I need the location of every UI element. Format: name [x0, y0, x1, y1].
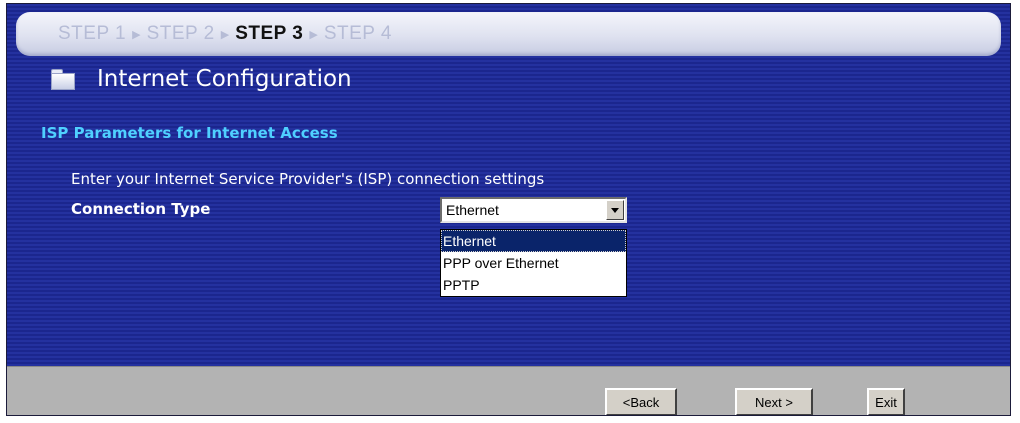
- step-1: STEP 1: [58, 23, 127, 44]
- step-4: STEP 4: [323, 23, 392, 44]
- back-button[interactable]: <Back: [605, 388, 677, 415]
- wizard-steps-bar: STEP 1 ▶ STEP 2 ▶ STEP 3 ▶ STEP 4: [16, 12, 1001, 56]
- option-ppp-over-ethernet[interactable]: PPP over Ethernet: [441, 252, 626, 274]
- connection-type-selected-value: Ethernet: [446, 202, 499, 218]
- step-3: STEP 3: [235, 23, 304, 44]
- step-arrow-icon: ▶: [220, 28, 230, 41]
- chevron-down-icon[interactable]: [606, 200, 624, 220]
- folder-icon: [51, 69, 75, 90]
- connection-type-dropdown-list: Ethernet PPP over Ethernet PPTP: [440, 229, 627, 297]
- wizard-footer: <Back Next > Exit: [7, 366, 1010, 415]
- wizard-window: STEP 1 ▶ STEP 2 ▶ STEP 3 ▶ STEP 4 Intern…: [6, 3, 1011, 416]
- step-arrow-icon: ▶: [309, 28, 318, 41]
- option-pptp[interactable]: PPTP: [441, 274, 626, 296]
- page-title: Internet Configuration: [97, 66, 352, 92]
- wizard-main-panel: STEP 1 ▶ STEP 2 ▶ STEP 3 ▶ STEP 4 Intern…: [7, 4, 1010, 366]
- page-title-row: Internet Configuration: [51, 66, 352, 92]
- option-ethernet[interactable]: Ethernet: [441, 230, 626, 252]
- instruction-text: Enter your Internet Service Provider's (…: [71, 170, 545, 188]
- connection-type-select[interactable]: Ethernet: [440, 197, 627, 223]
- next-button[interactable]: Next >: [735, 388, 813, 415]
- step-2: STEP 2: [146, 23, 215, 44]
- section-title: ISP Parameters for Internet Access: [41, 124, 338, 142]
- exit-button[interactable]: Exit: [867, 388, 905, 415]
- step-arrow-icon: ▶: [132, 28, 141, 41]
- connection-type-label: Connection Type: [71, 200, 211, 218]
